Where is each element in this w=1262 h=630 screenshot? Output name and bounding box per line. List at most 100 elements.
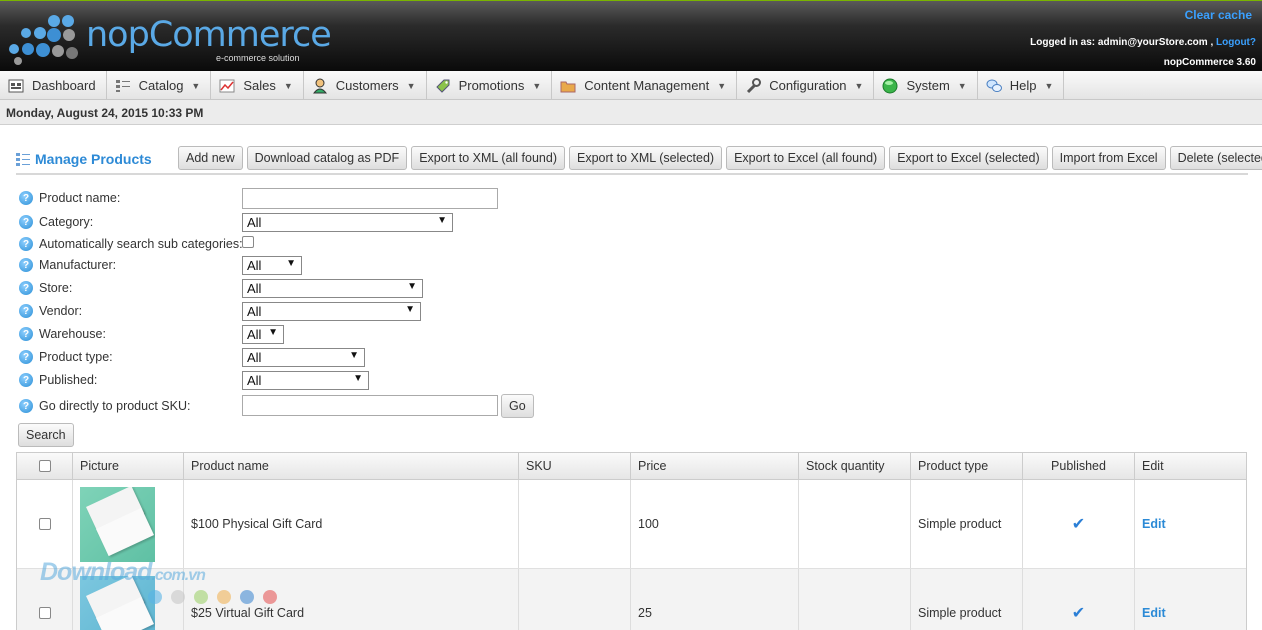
menu-dashboard[interactable]: Dashboard — [0, 71, 107, 100]
go-button[interactable]: Go — [501, 394, 534, 418]
sku-cell — [519, 480, 631, 568]
manufacturer-select[interactable]: All ▼ — [242, 256, 302, 275]
warehouse-row: ? Warehouse: — [19, 324, 106, 344]
menu-configuration[interactable]: Configuration ▼ — [737, 71, 875, 100]
price-cell: 100 — [631, 480, 799, 568]
help-icon[interactable]: ? — [19, 215, 33, 229]
product-type-select[interactable]: All ▼ — [242, 348, 365, 367]
picture-cell — [73, 480, 184, 568]
manufacturer-row: ? Manufacturer: — [19, 255, 116, 275]
price-cell: 25 — [631, 569, 799, 630]
header-product-name[interactable]: Product name — [184, 453, 519, 479]
logo: nopCommerce e-commerce solution — [6, 11, 336, 67]
chevron-down-icon: ▼ — [532, 80, 542, 91]
table-row: $100 Physical Gift Card 100 Simple produ… — [17, 480, 1246, 569]
clear-cache-link[interactable]: Clear cache — [1185, 8, 1252, 22]
add-new-button[interactable]: Add new — [178, 146, 243, 170]
export-xml-selected-button[interactable]: Export to XML (selected) — [568, 146, 723, 170]
store-label: Store: — [39, 281, 73, 295]
promotions-icon — [435, 78, 451, 94]
sku-row: ? Go directly to product SKU: — [19, 396, 190, 416]
menu-label: Configuration — [769, 78, 847, 93]
sku-input[interactable] — [242, 395, 498, 416]
logout-link[interactable]: Logout? — [1216, 37, 1256, 48]
header-sku[interactable]: SKU — [519, 453, 631, 479]
published-row: ? Published: — [19, 370, 97, 390]
product-name-input[interactable] — [242, 188, 498, 209]
row-checkbox[interactable] — [38, 518, 51, 530]
store-select[interactable]: All ▼ — [242, 279, 423, 298]
menu-label: Dashboard — [32, 78, 96, 93]
edit-link[interactable]: Edit — [1142, 517, 1166, 531]
row-checkbox[interactable] — [38, 607, 51, 619]
help-icon[interactable]: ? — [19, 281, 33, 295]
select-value: All — [247, 350, 262, 365]
menu-label: Content Management — [584, 78, 710, 93]
published-select[interactable]: All ▼ — [242, 371, 369, 390]
header-published[interactable]: Published — [1023, 453, 1135, 479]
menu-content-management[interactable]: Content Management ▼ — [552, 71, 738, 100]
menu-sales[interactable]: Sales ▼ — [211, 71, 304, 100]
help-icon[interactable]: ? — [19, 237, 33, 251]
catalog-icon — [115, 78, 131, 94]
dropdown-arrow-icon: ▼ — [407, 281, 417, 292]
select-all-checkbox[interactable] — [38, 460, 51, 472]
store-row: ? Store: — [19, 278, 72, 298]
vendor-label: Vendor: — [39, 304, 83, 318]
delete-selected-button[interactable]: Delete (selected) — [1169, 146, 1262, 170]
menu-label: Sales — [243, 78, 276, 93]
product-type-cell: Simple product — [911, 480, 1023, 568]
published-cell: ✔ — [1023, 569, 1135, 630]
edit-link[interactable]: Edit — [1142, 606, 1166, 620]
help-icon[interactable]: ? — [19, 327, 33, 341]
help-icon[interactable]: ? — [19, 373, 33, 387]
import-excel-button[interactable]: Import from Excel — [1051, 146, 1166, 170]
help-icon[interactable]: ? — [19, 191, 33, 205]
menu-system[interactable]: System ▼ — [874, 71, 978, 100]
export-excel-all-button[interactable]: Export to Excel (all found) — [726, 146, 886, 170]
header-edit: Edit — [1142, 459, 1164, 473]
select-value: All — [247, 304, 262, 319]
export-xml-all-button[interactable]: Export to XML (all found) — [411, 146, 565, 170]
header-product-type[interactable]: Product type — [911, 453, 1023, 479]
category-select[interactable]: All ▼ — [242, 213, 453, 232]
menu-help[interactable]: Help ▼ — [978, 71, 1065, 100]
logo-dots-icon — [9, 15, 78, 65]
dropdown-arrow-icon: ▼ — [437, 215, 447, 226]
vendor-row: ? Vendor: — [19, 301, 82, 321]
download-pdf-button[interactable]: Download catalog as PDF — [246, 146, 408, 170]
logged-in-text: Logged in as: admin@yourStore.com , — [1030, 37, 1214, 48]
folder-icon — [560, 78, 576, 94]
list-icon — [16, 153, 30, 166]
menu-promotions[interactable]: Promotions ▼ — [427, 71, 553, 100]
menu-catalog[interactable]: Catalog ▼ — [107, 71, 212, 100]
watermark-main: Download — [40, 558, 152, 586]
product-thumbnail[interactable] — [80, 486, 155, 562]
menu-customers[interactable]: Customers ▼ — [304, 71, 427, 100]
warehouse-select[interactable]: All ▼ — [242, 325, 284, 344]
toolbar: Add new Download catalog as PDF Export t… — [178, 146, 1262, 170]
divider — [16, 173, 1248, 175]
customers-icon — [312, 78, 328, 94]
header-stock-quantity[interactable]: Stock quantity — [799, 453, 911, 479]
search-sub-checkbox[interactable] — [242, 236, 254, 248]
product-type-row: ? Product type: — [19, 347, 113, 367]
search-button[interactable]: Search — [18, 423, 74, 447]
menu-label: Catalog — [138, 78, 184, 93]
watermark-dots — [148, 590, 277, 604]
help-icon[interactable]: ? — [19, 399, 33, 413]
current-date: Monday, August 24, 2015 10:33 PM — [6, 106, 204, 120]
help-icon[interactable]: ? — [19, 304, 33, 318]
login-info: Logged in as: admin@yourStore.com , Logo… — [1030, 37, 1256, 48]
help-icon[interactable]: ? — [19, 350, 33, 364]
sku-label: Go directly to product SKU: — [39, 399, 191, 413]
product-type-cell: Simple product — [911, 569, 1023, 630]
menu-label: System — [906, 78, 950, 93]
header-price[interactable]: Price — [631, 453, 799, 479]
vendor-select[interactable]: All ▼ — [242, 302, 421, 321]
header-picture[interactable]: Picture — [73, 453, 184, 479]
grid-header: Picture Product name SKU Price Stock qua… — [17, 452, 1246, 480]
dropdown-arrow-icon: ▼ — [349, 350, 359, 361]
export-excel-selected-button[interactable]: Export to Excel (selected) — [889, 146, 1048, 170]
help-icon[interactable]: ? — [19, 258, 33, 272]
